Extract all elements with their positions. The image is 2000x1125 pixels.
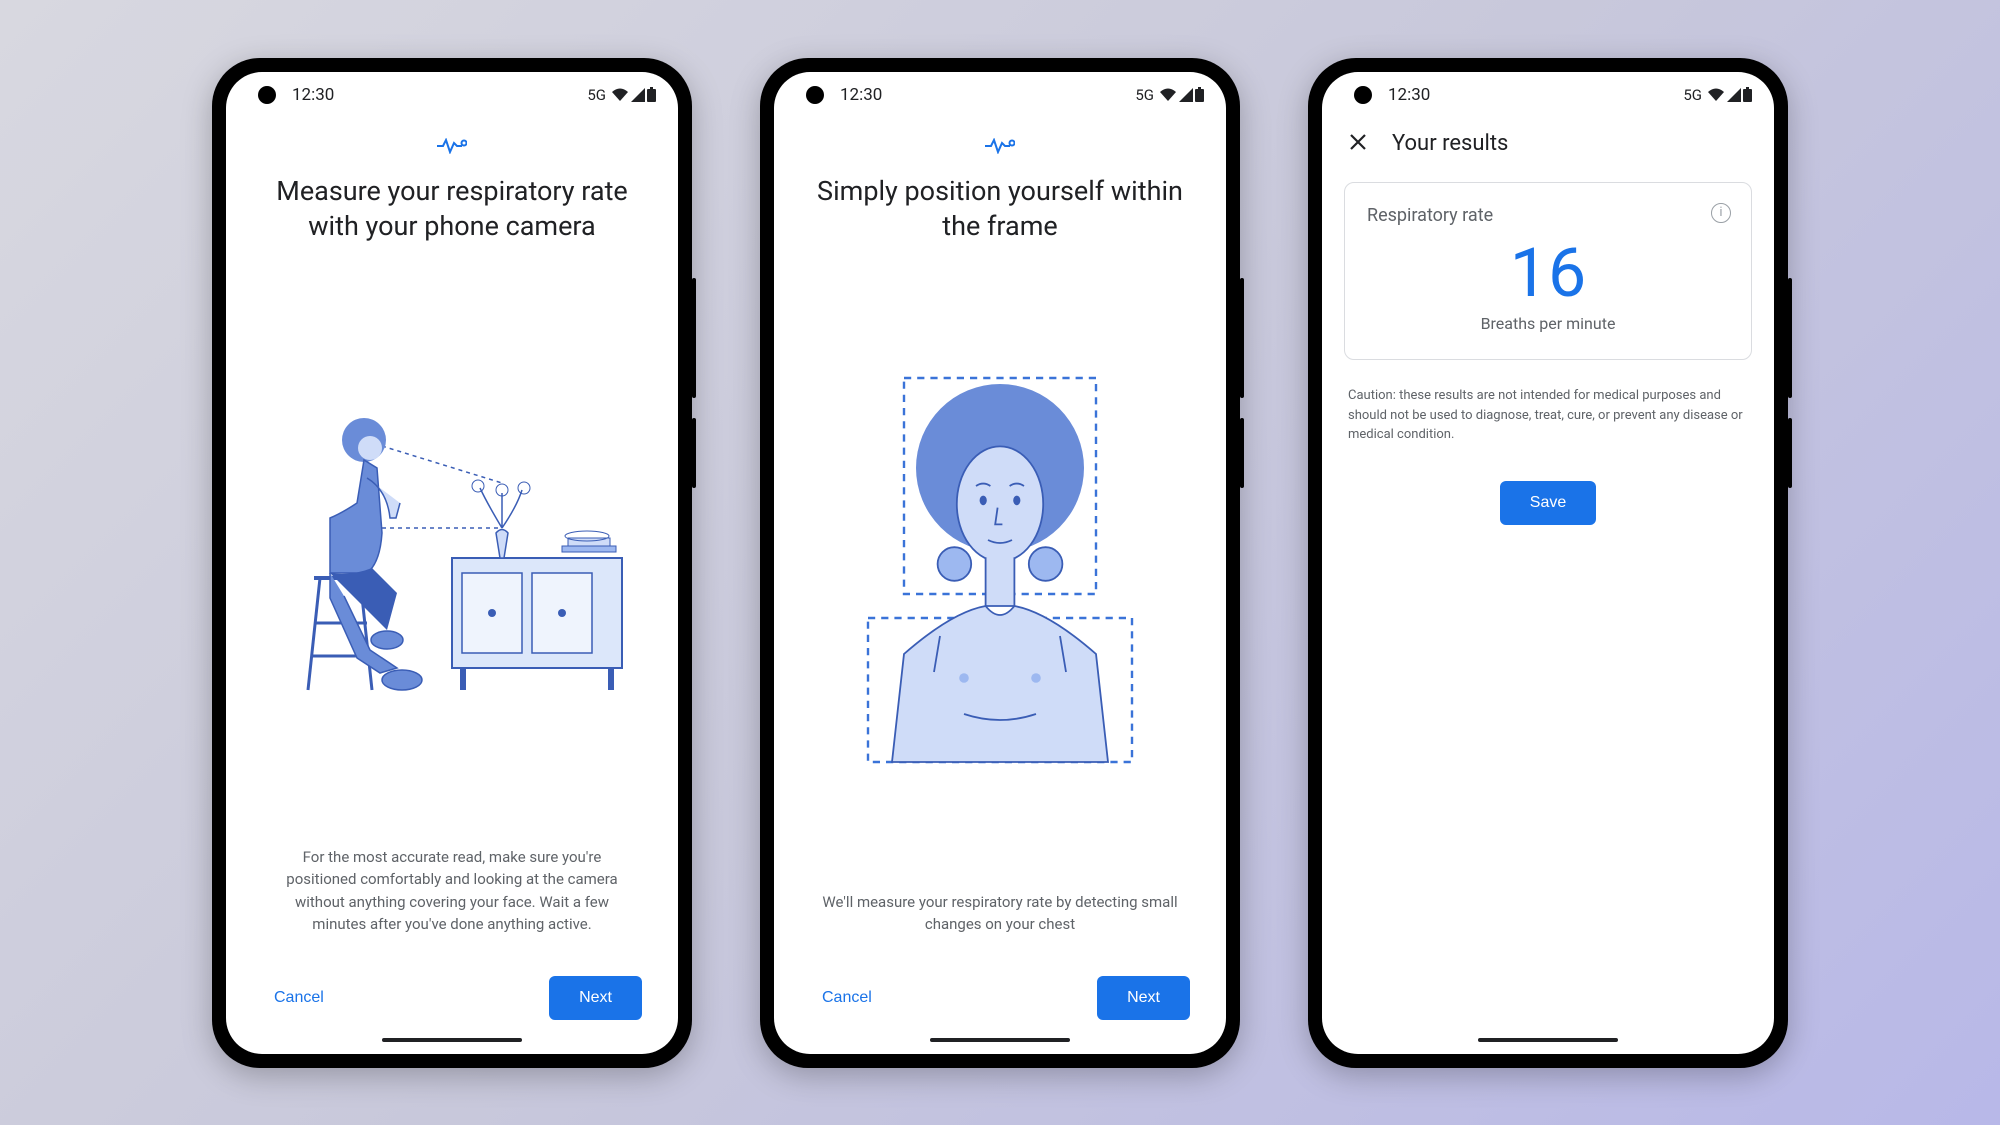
wifi-icon <box>611 88 629 102</box>
save-button[interactable]: Save <box>1500 481 1596 525</box>
next-button[interactable]: Next <box>1097 976 1190 1020</box>
content-area: Measure your respiratory rate with your … <box>226 118 678 1054</box>
network-label: 5G <box>1135 86 1154 104</box>
pulse-icon <box>256 138 648 158</box>
close-icon <box>1348 132 1368 152</box>
phone-side-button <box>1240 418 1244 488</box>
person-framed-illustration <box>820 366 1180 774</box>
phone-mockup-1: 12:30 5G Measure your respiratory rate w… <box>212 58 692 1068</box>
next-button[interactable]: Next <box>549 976 642 1020</box>
header-row: Your results <box>1322 118 1774 176</box>
phone-side-button <box>1788 418 1792 488</box>
illustration-framing <box>804 274 1196 867</box>
phone-mockup-3: 12:30 5G Your results Respiratory rate i… <box>1308 58 1788 1068</box>
button-row: Cancel Next <box>256 976 648 1030</box>
phone-side-button <box>692 278 696 398</box>
cancel-button[interactable]: Cancel <box>810 979 884 1017</box>
screen-onboarding-2: 12:30 5G Simply position yourself within… <box>774 72 1226 1054</box>
status-icons <box>1707 87 1752 102</box>
phone-side-button <box>1788 278 1792 398</box>
status-bar: 12:30 5G <box>226 72 678 118</box>
result-card: Respiratory rate i 16 Breaths per minute <box>1344 182 1752 361</box>
person-sitting-illustration <box>272 398 632 698</box>
phone-side-button <box>1240 278 1244 398</box>
cancel-button[interactable]: Cancel <box>262 979 336 1017</box>
nav-pill[interactable] <box>930 1038 1070 1042</box>
network-label: 5G <box>1683 86 1702 104</box>
status-time: 12:30 <box>1388 85 1430 105</box>
caution-text: Caution: these results are not intended … <box>1322 366 1774 465</box>
status-icons <box>611 87 656 102</box>
screen-onboarding-1: 12:30 5G Measure your respiratory rate w… <box>226 72 678 1054</box>
onboarding-heading: Simply position yourself within the fram… <box>804 174 1196 244</box>
pulse-icon <box>804 138 1196 158</box>
status-icons <box>1159 87 1204 102</box>
camera-hole <box>806 86 824 104</box>
save-row: Save <box>1322 465 1774 541</box>
signal-icon <box>1727 88 1741 102</box>
status-right: 5G <box>1135 86 1204 104</box>
result-value: 16 <box>1367 236 1729 311</box>
battery-icon <box>1743 87 1752 102</box>
status-right: 5G <box>587 86 656 104</box>
content-area: Simply position yourself within the fram… <box>774 118 1226 1054</box>
button-row: Cancel Next <box>804 976 1196 1030</box>
onboarding-description: For the most accurate read, make sure yo… <box>256 846 648 936</box>
phone-side-button <box>692 418 696 488</box>
wifi-icon <box>1159 88 1177 102</box>
wifi-icon <box>1707 88 1725 102</box>
status-time: 12:30 <box>840 85 882 105</box>
network-label: 5G <box>587 86 606 104</box>
screen-results: 12:30 5G Your results Respiratory rate i… <box>1322 72 1774 1054</box>
result-unit: Breaths per minute <box>1367 314 1729 333</box>
nav-pill[interactable] <box>1478 1038 1618 1042</box>
camera-hole <box>258 86 276 104</box>
onboarding-heading: Measure your respiratory rate with your … <box>256 174 648 244</box>
status-bar: 12:30 5G <box>774 72 1226 118</box>
result-card-title: Respiratory rate <box>1367 205 1729 226</box>
nav-pill[interactable] <box>382 1038 522 1042</box>
onboarding-description: We'll measure your respiratory rate by d… <box>804 891 1196 936</box>
battery-icon <box>1195 87 1204 102</box>
illustration-sitting <box>256 274 648 822</box>
signal-icon <box>1179 88 1193 102</box>
battery-icon <box>647 87 656 102</box>
signal-icon <box>631 88 645 102</box>
status-bar: 12:30 5G <box>1322 72 1774 118</box>
close-button[interactable] <box>1344 128 1372 160</box>
camera-hole <box>1354 86 1372 104</box>
status-right: 5G <box>1683 86 1752 104</box>
phone-mockup-2: 12:30 5G Simply position yourself within… <box>760 58 1240 1068</box>
page-title: Your results <box>1392 131 1508 156</box>
status-time: 12:30 <box>292 85 334 105</box>
info-icon[interactable]: i <box>1711 203 1731 223</box>
